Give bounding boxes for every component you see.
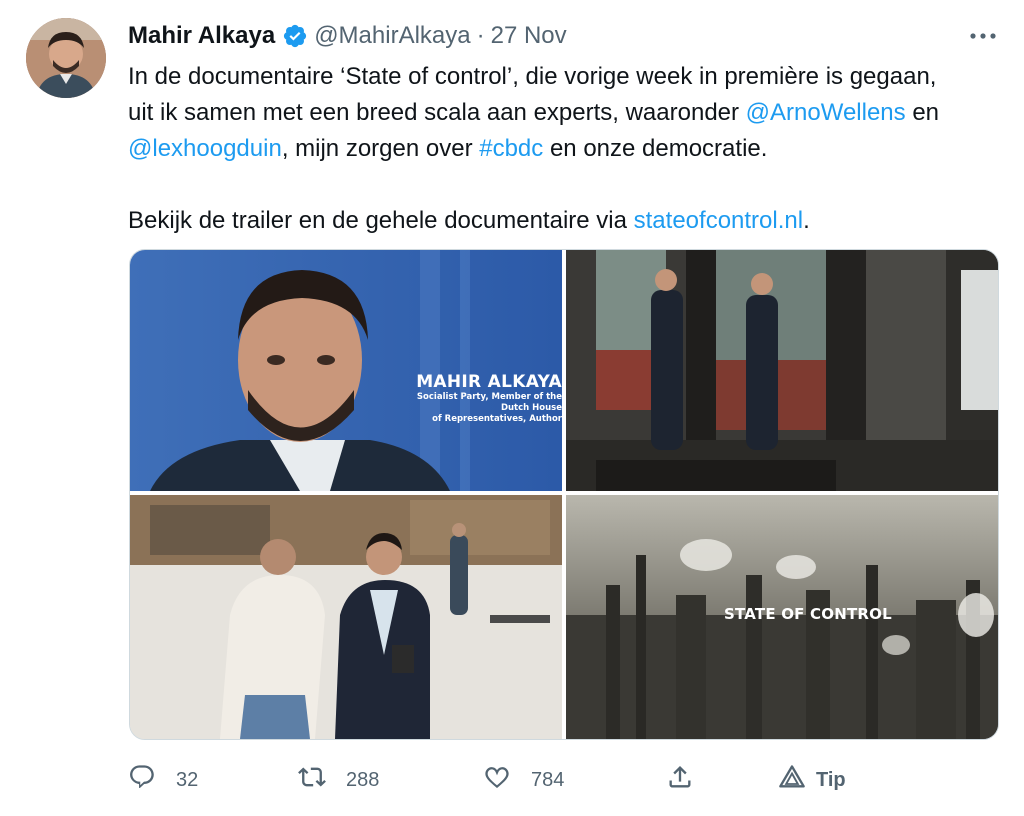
reply-button[interactable]: 32 xyxy=(128,760,198,800)
lower-third: MAHIR ALKAYA Socialist Party, Member of … xyxy=(392,372,562,425)
media-photo-glass-doors[interactable] xyxy=(566,250,998,491)
tweet-date[interactable]: 27 Nov xyxy=(491,22,567,50)
lower-third-name: MAHIR ALKAYA xyxy=(416,372,562,392)
film-title-overlay: STATE OF CONTROL xyxy=(724,605,892,623)
like-icon xyxy=(483,763,511,797)
lower-third-role-2: of Representatives, Author xyxy=(432,414,562,424)
mention-link[interactable]: @ArnoWellens xyxy=(746,99,906,126)
lower-third-role-1: Socialist Party, Member of the Dutch Hou… xyxy=(416,392,562,413)
reply-count: 32 xyxy=(176,768,199,791)
tweet-text-line xyxy=(128,167,1008,203)
mention-link[interactable]: @lexhoogduin xyxy=(128,135,282,162)
tweet-text-segment: In de documentaire ‘State of control’, d… xyxy=(128,63,937,90)
tweet-text-line: @lexhoogduin, mijn zorgen over #cbdc en … xyxy=(128,131,1008,167)
retweet-icon xyxy=(298,763,326,797)
url-link[interactable]: stateofcontrol.nl xyxy=(634,207,803,234)
author-handle[interactable]: @MahirAlkaya xyxy=(314,22,470,50)
tweet-header: Mahir Alkaya @MahirAlkaya · 27 Nov xyxy=(128,19,567,53)
avatar[interactable] xyxy=(26,18,106,98)
action-bar: 32 288 784 Tip xyxy=(128,760,868,800)
tweet-text-segment: , mijn zorgen over xyxy=(281,135,480,162)
retweet-button[interactable]: 288 xyxy=(298,760,379,800)
media-grid: MAHIR ALKAYA Socialist Party, Member of … xyxy=(129,249,999,740)
hashtag-link[interactable]: #cbdc xyxy=(479,135,543,162)
tweet-text-segment: Bekijk de trailer en de gehele documenta… xyxy=(128,207,634,234)
tweet-text-segment: uit ik samen met een breed scala aan exp… xyxy=(128,99,746,126)
verified-badge-icon xyxy=(282,23,308,49)
media-photo-portrait[interactable]: MAHIR ALKAYA Socialist Party, Member of … xyxy=(130,250,562,491)
tweet-text-segment: en onze democratie. xyxy=(543,135,768,162)
tweet-text-line: In de documentaire ‘State of control’, d… xyxy=(128,59,1008,95)
tip-button[interactable]: Tip xyxy=(778,760,846,800)
tip-label: Tip xyxy=(816,768,846,791)
like-button[interactable]: 784 xyxy=(483,760,564,800)
tweet-text-line: Bekijk de trailer en de gehele documenta… xyxy=(128,203,1008,239)
tweet-text-segment: en xyxy=(905,99,940,126)
reply-icon xyxy=(128,763,156,797)
tweet-text-line: uit ik samen met een breed scala aan exp… xyxy=(128,95,1008,131)
share-icon xyxy=(666,763,694,797)
like-count: 784 xyxy=(531,768,565,791)
tip-icon xyxy=(778,763,806,797)
media-photo-handshake[interactable] xyxy=(130,495,562,739)
more-icon[interactable] xyxy=(966,22,1000,46)
media-photo-industrial-title[interactable]: STATE OF CONTROL xyxy=(566,495,998,739)
tweet-text-segment: . xyxy=(803,207,810,234)
share-button[interactable] xyxy=(666,760,694,800)
separator-dot: · xyxy=(476,22,485,49)
tweet-text: In de documentaire ‘State of control’, d… xyxy=(128,59,1008,239)
author-name[interactable]: Mahir Alkaya xyxy=(128,22,275,50)
retweet-count: 288 xyxy=(346,768,380,791)
